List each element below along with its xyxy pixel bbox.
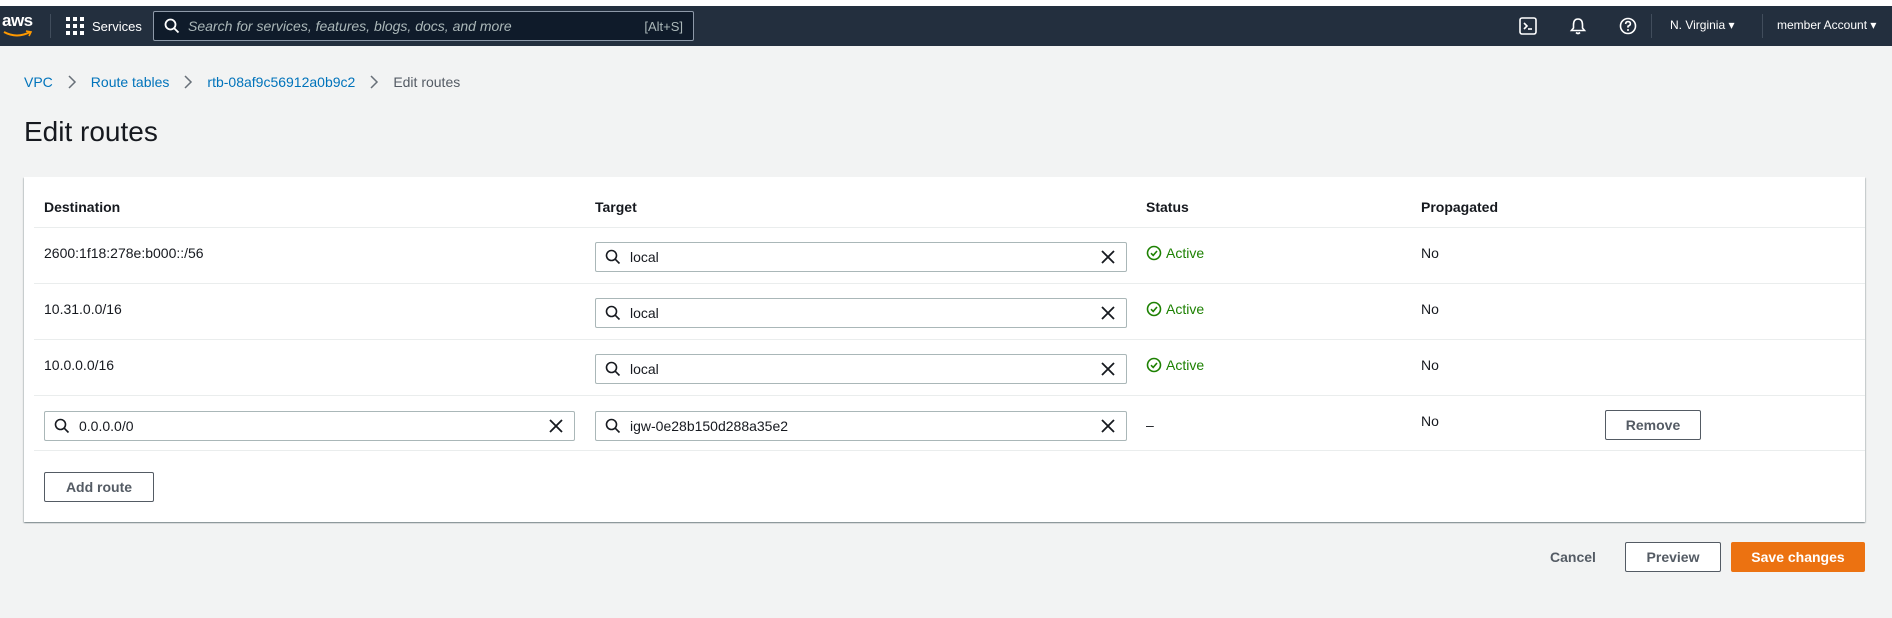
- search-icon: [164, 18, 180, 34]
- cloudshell-icon[interactable]: [1518, 16, 1538, 36]
- help-icon[interactable]: [1618, 16, 1638, 36]
- chevron-right-icon: [370, 75, 379, 89]
- services-menu-button[interactable]: Services: [66, 15, 142, 37]
- check-circle-icon: [1146, 301, 1162, 317]
- target-value: local: [630, 305, 659, 321]
- chevron-right-icon: [68, 75, 76, 89]
- propagated-value: No: [1421, 413, 1439, 429]
- add-route-button[interactable]: Add route: [44, 472, 154, 502]
- row-divider: [34, 395, 1865, 396]
- clear-icon[interactable]: [1100, 418, 1116, 434]
- top-navigation-bar: aws Services Search for services, featur…: [0, 6, 1892, 46]
- grid-menu-icon: [66, 17, 84, 35]
- clear-icon[interactable]: [1100, 305, 1116, 321]
- account-menu[interactable]: member Account ▾: [1777, 18, 1876, 32]
- row-divider: [34, 450, 1865, 451]
- propagated-value: No: [1421, 357, 1439, 373]
- aws-logo-text: aws: [2, 11, 33, 30]
- column-header-propagated: Propagated: [1421, 199, 1499, 215]
- clear-icon[interactable]: [1100, 361, 1116, 377]
- destination-cidr: 10.0.0.0/16: [44, 357, 115, 373]
- check-circle-icon: [1146, 245, 1162, 261]
- status-badge: Active: [1146, 357, 1204, 373]
- destination-input[interactable]: 0.0.0.0/0: [44, 411, 575, 441]
- target-value: local: [630, 249, 659, 265]
- search-icon: [54, 418, 70, 434]
- search-icon: [605, 249, 621, 265]
- search-icon: [605, 305, 621, 321]
- status-text: Active: [1166, 245, 1205, 261]
- propagated-value: No: [1421, 301, 1439, 317]
- column-header-destination: Destination: [44, 199, 121, 215]
- clear-icon[interactable]: [1100, 249, 1116, 265]
- breadcrumb: VPC Route tables rtb-08af9c56912a0b9c2 E…: [24, 74, 460, 90]
- status-text: Active: [1166, 301, 1205, 317]
- destination-value: 0.0.0.0/0: [79, 418, 134, 434]
- breadcrumb-vpc[interactable]: VPC: [24, 74, 53, 90]
- nav-divider: [1651, 14, 1652, 38]
- preview-button[interactable]: Preview: [1625, 542, 1721, 572]
- notifications-bell-icon[interactable]: [1568, 16, 1588, 36]
- services-label: Services: [92, 18, 142, 34]
- aws-logo[interactable]: aws: [2, 12, 36, 40]
- destination-cidr: 10.31.0.0/16: [44, 301, 122, 317]
- target-input[interactable]: local: [595, 354, 1127, 384]
- nav-divider: [1762, 14, 1763, 38]
- target-input[interactable]: local: [595, 298, 1127, 328]
- chevron-right-icon: [184, 75, 193, 89]
- column-header-target: Target: [595, 199, 637, 215]
- cancel-button[interactable]: Cancel: [1550, 549, 1596, 565]
- target-input[interactable]: local: [595, 242, 1127, 272]
- search-icon: [605, 418, 621, 434]
- propagated-value: No: [1421, 245, 1439, 261]
- remove-route-button[interactable]: Remove: [1605, 410, 1701, 440]
- status-badge: Active: [1146, 301, 1204, 317]
- search-placeholder: Search for services, features, blogs, do…: [188, 18, 512, 34]
- region-selector[interactable]: N. Virginia ▾: [1670, 18, 1735, 32]
- target-input[interactable]: igw-0e28b150d288a35e2: [595, 411, 1127, 441]
- status-text: –: [1146, 417, 1154, 433]
- save-changes-button[interactable]: Save changes: [1731, 542, 1865, 572]
- aws-smile-icon: [3, 30, 33, 37]
- target-value: local: [630, 361, 659, 377]
- row-divider: [34, 283, 1865, 284]
- target-value: igw-0e28b150d288a35e2: [630, 418, 789, 434]
- column-header-status: Status: [1146, 199, 1189, 215]
- status-text: Active: [1166, 357, 1205, 373]
- check-circle-icon: [1146, 357, 1162, 373]
- breadcrumb-current: Edit routes: [393, 74, 461, 90]
- clear-icon[interactable]: [548, 418, 564, 434]
- global-search-input[interactable]: Search for services, features, blogs, do…: [153, 11, 694, 41]
- nav-divider: [50, 14, 51, 38]
- breadcrumb-route-tables[interactable]: Route tables: [91, 74, 170, 90]
- search-shortcut-hint: [Alt+S]: [644, 18, 683, 34]
- row-divider: [34, 339, 1865, 340]
- destination-cidr: 2600:1f18:278e:b000::/56: [44, 245, 204, 261]
- page-title: Edit routes: [24, 116, 158, 147]
- status-badge: Active: [1146, 245, 1204, 261]
- row-divider: [34, 227, 1865, 228]
- breadcrumb-route-table-id[interactable]: rtb-08af9c56912a0b9c2: [207, 74, 355, 90]
- routes-panel: Destination Target Status Propagated 260…: [24, 177, 1865, 522]
- search-icon: [605, 361, 621, 377]
